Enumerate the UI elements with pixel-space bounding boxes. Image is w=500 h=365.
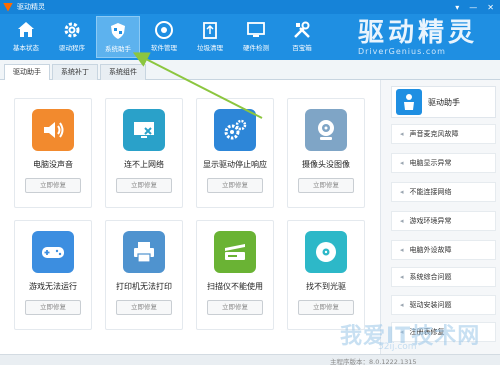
- card-no-sound[interactable]: 电脑没声音 立即修复: [14, 98, 92, 208]
- card-no-network[interactable]: 连不上网络 立即修复: [105, 98, 183, 208]
- minimize-button[interactable]: —: [469, 3, 477, 12]
- card-game-fail[interactable]: 游戏无法运行 立即修复: [14, 220, 92, 330]
- window-title: 驱动精灵: [17, 3, 45, 11]
- status-bar: 主程序版本：8.0.1222.1315: [0, 354, 500, 365]
- card-title: 游戏无法运行: [29, 282, 77, 291]
- app-logo-icon: [3, 2, 13, 12]
- toolbar-software-manager[interactable]: 软件管理: [142, 16, 186, 58]
- toolbar-label: 垃圾清理: [197, 44, 223, 52]
- card-title: 摄像头没图像: [302, 160, 350, 169]
- tab-system-components[interactable]: 系统组件: [100, 64, 146, 80]
- side-item[interactable]: 电脑外设故障: [391, 240, 496, 260]
- main-content: 电脑没声音 立即修复 连不上网络 立即修复 显示驱动停止响应 立即修复 摄像头没…: [0, 80, 380, 365]
- card-scanner[interactable]: 扫描仪不能使用 立即修复: [196, 220, 274, 330]
- gears-icon: [214, 109, 256, 151]
- toolbar-hardware-check[interactable]: 硬件检测: [234, 16, 278, 58]
- toolbar-label: 软件管理: [151, 44, 177, 52]
- brand-name: 驱动精灵: [358, 18, 479, 48]
- shield-icon: [111, 23, 125, 39]
- scanner-icon: [214, 231, 256, 273]
- tab-system-patch[interactable]: 系统补丁: [52, 64, 98, 80]
- card-printer[interactable]: 打印机无法打印 立即修复: [105, 220, 183, 330]
- fix-now-button[interactable]: 立即修复: [25, 300, 81, 315]
- card-title: 显示驱动停止响应: [203, 160, 267, 169]
- side-item[interactable]: 游戏环境异常: [391, 211, 496, 231]
- side-item[interactable]: 系统综合问题: [391, 267, 496, 287]
- tab-driver-assistant[interactable]: 驱动助手: [4, 64, 50, 81]
- toolbar-label: 驱动程序: [59, 44, 85, 52]
- side-item[interactable]: 驱动安装问题: [391, 295, 496, 315]
- card-display-driver[interactable]: 显示驱动停止响应 立即修复: [196, 98, 274, 208]
- speaker-icon: [32, 109, 74, 151]
- fix-now-button[interactable]: 立即修复: [116, 300, 172, 315]
- main-toolbar: 基本状态 驱动程序 系统助手 软件管理 垃圾清理 硬件检测 百宝箱 驱动精灵 D…: [0, 14, 500, 60]
- close-button[interactable]: ✕: [487, 3, 494, 12]
- disc-icon: [155, 21, 173, 39]
- toolbar-label: 百宝箱: [292, 44, 312, 52]
- side-item[interactable]: 不能连接网络: [391, 182, 496, 202]
- toolbar-label: 系统助手: [105, 45, 131, 53]
- gamepad-icon: [32, 231, 74, 273]
- side-panel-title: 驱动助手: [428, 97, 460, 107]
- side-panel: 驱动助手 声音麦克风故障 电脑显示异常 不能连接网络 游戏环境异常 电脑外设故障…: [380, 80, 500, 365]
- toolbar-label: 基本状态: [13, 44, 39, 52]
- tools-icon: [294, 21, 310, 38]
- side-item[interactable]: 电脑显示异常: [391, 153, 496, 173]
- title-bar: 驱动精灵 ▾ — ✕: [0, 0, 500, 14]
- person-icon: [396, 89, 422, 115]
- fix-now-button[interactable]: 立即修复: [298, 178, 354, 193]
- home-icon: [18, 22, 34, 37]
- recycle-bin-icon: [203, 22, 217, 39]
- card-optical-drive[interactable]: 找不到光驱 立即修复: [287, 220, 365, 330]
- menu-button[interactable]: ▾: [455, 3, 459, 12]
- toolbar-driver-program[interactable]: 驱动程序: [50, 16, 94, 58]
- gear-icon: [64, 22, 80, 38]
- printer-icon: [123, 231, 165, 273]
- tab-bar: 驱动助手 系统补丁 系统组件: [0, 60, 500, 81]
- card-title: 连不上网络: [124, 160, 164, 169]
- side-item[interactable]: 声音麦克风故障: [391, 124, 496, 144]
- card-title: 打印机无法打印: [116, 282, 172, 291]
- card-title: 扫描仪不能使用: [207, 282, 263, 291]
- network-monitor-icon: [123, 109, 165, 151]
- card-title: 电脑没声音: [33, 160, 73, 169]
- fix-now-button[interactable]: 立即修复: [25, 178, 81, 193]
- fix-now-button[interactable]: 立即修复: [116, 178, 172, 193]
- version-text: 主程序版本：8.0.1222.1315: [330, 358, 417, 365]
- side-item[interactable]: 注册表修复: [391, 322, 496, 342]
- toolbar-basic-status[interactable]: 基本状态: [4, 16, 48, 58]
- optical-disc-icon: [305, 231, 347, 273]
- toolbar-label: 硬件检测: [243, 44, 269, 52]
- card-webcam[interactable]: 摄像头没图像 立即修复: [287, 98, 365, 208]
- webcam-icon: [305, 109, 347, 151]
- side-panel-header: 驱动助手: [391, 86, 496, 118]
- toolbar-junk-cleanup[interactable]: 垃圾清理: [188, 16, 232, 58]
- monitor-icon: [247, 22, 265, 37]
- brand-domain: DriverGenius.com: [358, 47, 446, 56]
- toolbar-toolbox[interactable]: 百宝箱: [280, 16, 324, 58]
- brand-logo: 驱动精灵 DriverGenius.com: [358, 20, 498, 56]
- fix-now-button[interactable]: 立即修复: [207, 178, 263, 193]
- toolbar-system-assistant[interactable]: 系统助手: [96, 16, 140, 58]
- fix-now-button[interactable]: 立即修复: [298, 300, 354, 315]
- fix-now-button[interactable]: 立即修复: [207, 300, 263, 315]
- card-title: 找不到光驱: [306, 282, 346, 291]
